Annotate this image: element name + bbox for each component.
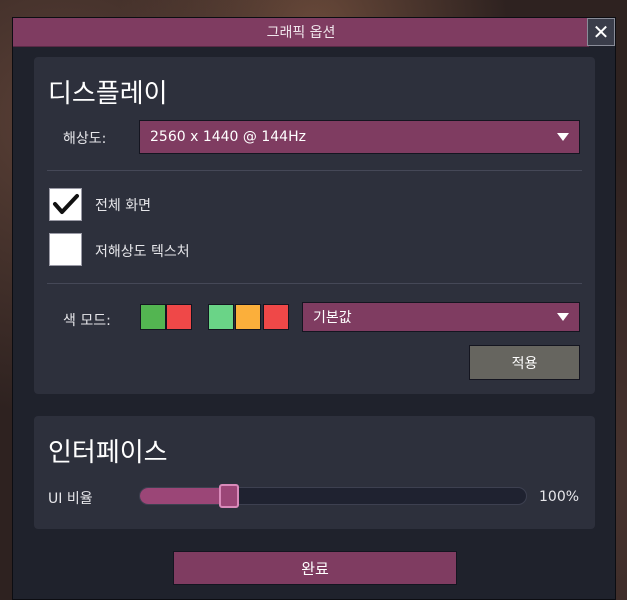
dialog-title: 그래픽 옵션 xyxy=(266,25,336,41)
ui-scale-fill xyxy=(140,488,229,504)
resolution-label: 해상도: xyxy=(63,131,107,147)
color-swatch-orange xyxy=(235,304,261,330)
interface-section-title: 인터페이스 xyxy=(48,438,168,468)
ui-scale-thumb[interactable] xyxy=(219,484,239,508)
color-swatch-red xyxy=(166,304,192,330)
done-button[interactable]: 완료 xyxy=(173,551,457,585)
apply-button[interactable]: 적용 xyxy=(469,345,580,380)
color-mode-dropdown[interactable]: 기본값 xyxy=(302,302,580,332)
ui-scale-value: 100% xyxy=(539,489,580,505)
color-swatch-light-green xyxy=(208,304,234,330)
resolution-dropdown[interactable]: 2560 x 1440 @ 144Hz xyxy=(139,120,580,154)
interface-section: 인터페이스 UI 비율 100% xyxy=(34,416,595,529)
fullscreen-checkbox[interactable] xyxy=(49,188,82,221)
close-icon: ✕ xyxy=(592,20,610,44)
color-mode-label: 색 모드: xyxy=(63,313,111,329)
close-button[interactable]: ✕ xyxy=(587,18,615,46)
color-swatch-green xyxy=(140,304,166,330)
resolution-value: 2560 x 1440 @ 144Hz xyxy=(150,129,306,145)
divider xyxy=(47,283,582,284)
low-res-textures-checkbox[interactable] xyxy=(49,233,82,266)
low-res-textures-label: 저해상도 텍스처 xyxy=(95,244,190,260)
color-mode-value: 기본값 xyxy=(313,310,352,326)
chevron-down-icon xyxy=(557,313,569,321)
ui-scale-label: UI 비율 xyxy=(48,491,93,507)
display-section: 디스플레이 해상도: 2560 x 1440 @ 144Hz 전체 화면 저해상… xyxy=(34,57,595,394)
ui-scale-slider[interactable] xyxy=(139,484,527,508)
graphics-options-dialog: 그래픽 옵션 ✕ 디스플레이 해상도: 2560 x 1440 @ 144Hz … xyxy=(12,17,616,600)
checkmark-icon xyxy=(53,194,79,214)
dialog-title-bar: 그래픽 옵션 xyxy=(13,18,589,47)
color-swatch-red xyxy=(263,304,289,330)
chevron-down-icon xyxy=(557,133,569,141)
divider xyxy=(47,170,582,171)
display-section-title: 디스플레이 xyxy=(48,79,168,109)
fullscreen-label: 전체 화면 xyxy=(95,198,151,214)
